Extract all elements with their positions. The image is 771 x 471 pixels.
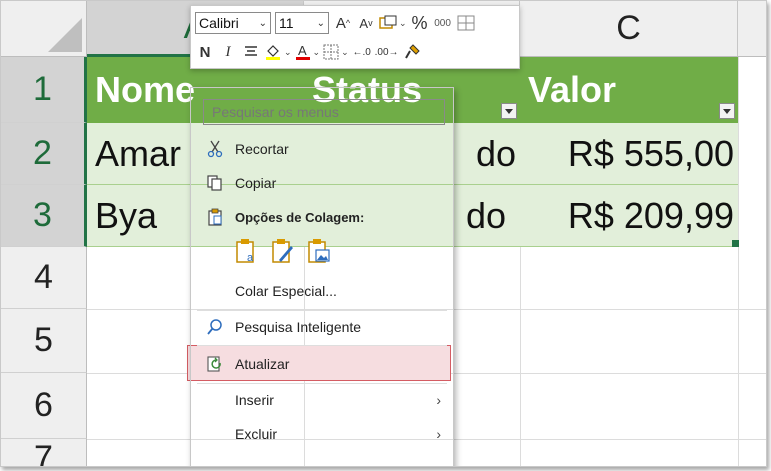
row-header-3[interactable]: 3 xyxy=(1,185,87,247)
italic-button[interactable]: I xyxy=(218,41,238,63)
copy-icon xyxy=(205,173,225,193)
screenshot-frame: A B C 1 2 3 4 5 6 7 Nome Status Valor Am… xyxy=(0,0,767,467)
valor-filter-button[interactable] xyxy=(719,103,735,119)
delete-label: Excluir xyxy=(235,426,278,442)
copy-label: Copiar xyxy=(235,175,277,191)
borders-icon[interactable]: ⌄ xyxy=(323,41,349,63)
svg-text:A: A xyxy=(298,43,307,58)
paste-picture-icon[interactable] xyxy=(307,238,331,264)
header-valor: Valor xyxy=(528,69,617,110)
menu-item-delete[interactable]: Excluir › xyxy=(191,418,453,450)
increase-decimal-icon[interactable]: ←.0 xyxy=(352,41,372,63)
cut-label: Recortar xyxy=(235,141,289,157)
menu-search-input[interactable]: Pesquisar os menus xyxy=(203,99,445,125)
clipboard-icon xyxy=(205,207,225,227)
paste-options-label: Opções de Colagem: xyxy=(235,209,365,225)
decrease-font-icon[interactable]: Av xyxy=(356,12,376,34)
row-header-7[interactable]: 7 xyxy=(1,439,87,466)
font-name-value: Calibri xyxy=(199,15,239,31)
chevron-right-icon: › xyxy=(436,392,441,408)
chevron-down-icon: ⌄ xyxy=(258,17,267,29)
format-painter-icon[interactable] xyxy=(402,41,422,63)
status-filter-button[interactable] xyxy=(501,103,517,119)
chevron-down-icon: ⌄ xyxy=(316,17,325,29)
paste-options-heading: Opções de Colagem: xyxy=(191,201,453,233)
percent-style-button[interactable]: % xyxy=(410,12,430,34)
row-header-6[interactable]: 6 xyxy=(1,373,87,439)
spreadsheet: A B C 1 2 3 4 5 6 7 Nome Status Valor Am… xyxy=(1,1,766,466)
font-size-combo[interactable]: 11 ⌄ xyxy=(275,12,329,34)
smart-lookup-icon xyxy=(205,317,225,337)
cell-valor[interactable]: R$ 555,00 xyxy=(520,123,734,185)
row-header-1[interactable]: 1 xyxy=(1,57,87,123)
smart-lookup-label: Pesquisa Inteligente xyxy=(235,319,362,335)
thousands-label: 000 xyxy=(434,17,451,29)
menu-item-copy[interactable]: Copiar xyxy=(191,167,453,199)
font-name-combo[interactable]: Calibri ⌄ xyxy=(195,12,271,34)
menu-item-insert[interactable]: Inserir › xyxy=(191,384,453,416)
column-header-d[interactable] xyxy=(738,1,766,57)
table-header-cell[interactable]: Valor xyxy=(520,57,738,123)
menu-item-cut[interactable]: Recortar xyxy=(191,133,453,165)
refresh-icon xyxy=(205,354,225,374)
fill-color-icon[interactable]: ⌄ xyxy=(264,41,292,63)
font-size-value: 11 xyxy=(279,15,294,31)
paste-special-label: Colar Especial... xyxy=(235,283,337,299)
column-header-c[interactable]: C xyxy=(520,1,738,57)
search-placeholder: Pesquisar os menus xyxy=(212,104,339,120)
cell-styles-icon[interactable]: ⌄ xyxy=(379,12,407,34)
menu-item-refresh[interactable]: Atualizar xyxy=(191,348,453,380)
merge-center-icon[interactable] xyxy=(456,12,476,34)
menu-item-partial[interactable]: › xyxy=(191,452,453,466)
row-header-5[interactable]: 5 xyxy=(1,309,87,373)
paste-text-icon[interactable]: a xyxy=(235,238,259,264)
row-header-4[interactable]: 4 xyxy=(1,247,87,309)
scissors-icon xyxy=(205,139,225,159)
svg-text:a: a xyxy=(247,252,254,264)
menu-item-paste-special[interactable]: Colar Especial... xyxy=(191,275,453,307)
select-all-corner[interactable] xyxy=(1,1,87,57)
insert-label: Inserir xyxy=(235,392,274,408)
context-menu: Pesquisar os menus Recortar Copiar Opçõe… xyxy=(190,87,454,466)
paste-formulas-icon[interactable] xyxy=(271,238,295,264)
cell-valor[interactable]: R$ 209,99 xyxy=(520,185,734,247)
bold-button[interactable]: N xyxy=(195,41,215,63)
mini-toolbar: Calibri ⌄ 11 ⌄ A ^ Av ⌄ % 000 N I ⌄ A ⌄ … xyxy=(190,5,520,69)
chevron-right-icon: › xyxy=(436,426,441,442)
chevron-right-icon: › xyxy=(436,460,441,466)
bold-label: N xyxy=(199,43,211,61)
italic-label: I xyxy=(225,43,231,60)
align-center-icon[interactable] xyxy=(241,41,261,63)
header-nome: Nome xyxy=(95,69,196,110)
percent-label: % xyxy=(411,12,428,33)
decrease-decimal-icon[interactable]: .00→ xyxy=(375,41,399,63)
refresh-label: Atualizar xyxy=(235,356,290,372)
row-header-2[interactable]: 2 xyxy=(1,123,87,185)
comma-style-button[interactable]: 000 xyxy=(433,12,453,34)
menu-item-smart-lookup[interactable]: Pesquisa Inteligente xyxy=(191,311,453,343)
increase-font-icon[interactable]: A ^ xyxy=(333,12,353,34)
table-resize-handle[interactable] xyxy=(732,240,739,247)
paste-options-group: a xyxy=(235,238,331,264)
font-color-icon[interactable]: A ⌄ xyxy=(295,41,320,63)
